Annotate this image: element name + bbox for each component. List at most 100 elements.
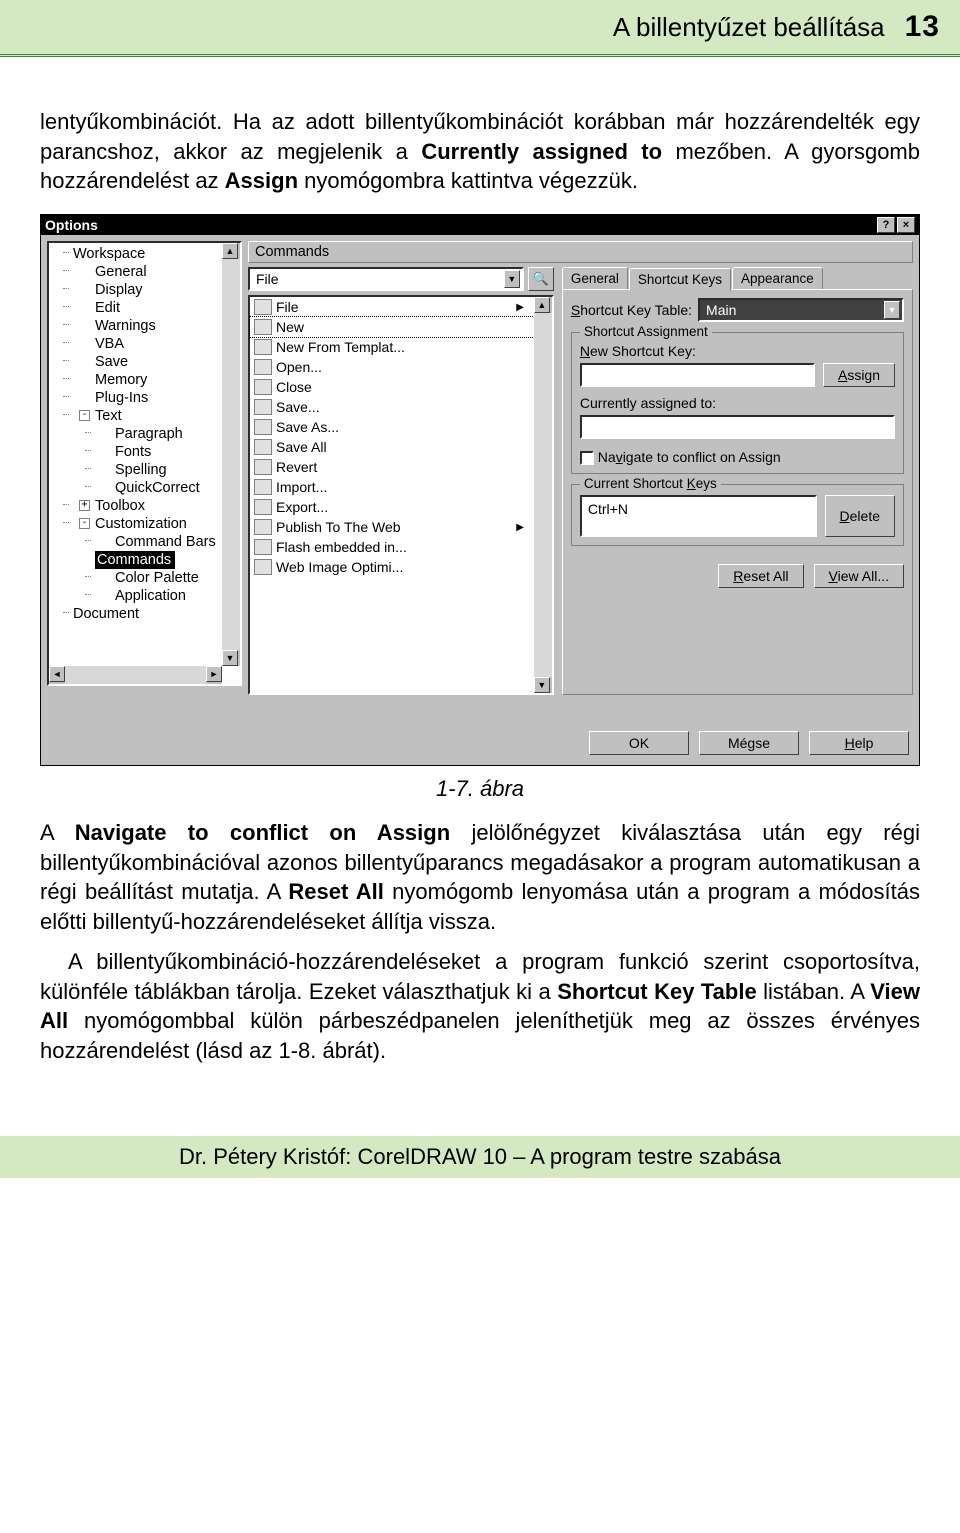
dialog-titlebar: Options ? × xyxy=(41,215,919,235)
file-icon xyxy=(254,539,272,555)
page-footer: Dr. Pétery Kristóf: CorelDRAW 10 – A pro… xyxy=(0,1136,960,1178)
collapse-icon[interactable]: - xyxy=(79,410,90,421)
tab-general[interactable]: General xyxy=(562,267,628,290)
tree-item[interactable]: Color Palette xyxy=(51,569,238,587)
tree-item[interactable]: Document xyxy=(51,605,238,623)
tree-item[interactable]: Application xyxy=(51,587,238,605)
list-item[interactable]: Export... xyxy=(250,497,534,517)
options-dialog: Options ? × WorkspaceGeneralDisplayEditW… xyxy=(40,214,920,766)
tree-item[interactable]: General xyxy=(51,263,238,281)
file-icon xyxy=(254,479,272,495)
tree-item[interactable]: Memory xyxy=(51,371,238,389)
scroll-up-icon[interactable]: ▲ xyxy=(534,297,550,313)
tree-item[interactable]: Fonts xyxy=(51,443,238,461)
chevron-down-icon[interactable]: ▼ xyxy=(884,301,900,319)
new-shortcut-label: New Shortcut Key: xyxy=(580,343,895,359)
tree-item[interactable]: VBA xyxy=(51,335,238,353)
current-keys-list[interactable]: Ctrl+N xyxy=(580,495,817,537)
paragraph-1: lentyűkombinációt. Ha az adott billentyű… xyxy=(40,107,920,196)
scroll-down-icon[interactable]: ▼ xyxy=(222,650,238,666)
help-icon[interactable]: ? xyxy=(877,217,895,233)
list-item[interactable]: Revert xyxy=(250,457,534,477)
tree-item[interactable]: Display xyxy=(51,281,238,299)
view-all-button[interactable]: View All... xyxy=(814,564,904,588)
list-item[interactable]: Open... xyxy=(250,357,534,377)
tree-item[interactable]: Toolbox+ xyxy=(51,497,238,515)
scroll-up-icon[interactable]: ▲ xyxy=(222,243,238,259)
tab-shortcut-keys[interactable]: Shortcut Keys xyxy=(629,268,731,291)
navigate-conflict-checkbox[interactable] xyxy=(580,451,594,465)
ok-button[interactable]: OK xyxy=(589,731,689,755)
shortcut-keys-panel: Shortcut Key Table: Main ▼ Shortcut Assi… xyxy=(562,289,913,695)
delete-button[interactable]: Delete xyxy=(825,495,895,537)
tree-item[interactable]: Text- xyxy=(51,407,238,425)
tree-item[interactable]: Save xyxy=(51,353,238,371)
command-list[interactable]: File▶NewNew From Templat...Open...CloseS… xyxy=(248,295,554,695)
current-shortcut-keys-group: Current Shortcut Keys Ctrl+N Delete xyxy=(571,484,904,546)
list-item[interactable]: Save As... xyxy=(250,417,534,437)
file-icon xyxy=(254,399,272,415)
list-item[interactable]: Close xyxy=(250,377,534,397)
file-icon xyxy=(254,339,272,355)
new-shortcut-input[interactable] xyxy=(580,363,815,387)
header-title: A billentyűzet beállítása xyxy=(613,12,885,43)
tree-item[interactable]: Workspace xyxy=(51,245,238,263)
reset-all-button[interactable]: Reset All xyxy=(718,564,803,588)
file-icon xyxy=(254,439,272,455)
collapse-icon[interactable]: - xyxy=(79,518,90,529)
tab-strip: General Shortcut Keys Appearance xyxy=(562,267,913,290)
tree-item[interactable]: Edit xyxy=(51,299,238,317)
figure-caption: 1-7. ábra xyxy=(40,776,920,802)
file-icon xyxy=(254,299,272,315)
list-item[interactable]: Flash embedded in... xyxy=(250,537,534,557)
cancel-button[interactable]: Mégse xyxy=(699,731,799,755)
paragraph-3: A billentyűkombináció-hozzárendeléseket … xyxy=(40,947,920,1066)
dialog-footer: OK Mégse Help xyxy=(41,701,919,765)
scroll-down-icon[interactable]: ▼ xyxy=(534,677,550,693)
file-icon xyxy=(254,379,272,395)
tree-item[interactable]: Paragraph xyxy=(51,425,238,443)
file-icon xyxy=(254,499,272,515)
tree-item[interactable]: Spelling xyxy=(51,461,238,479)
file-icon xyxy=(254,459,272,475)
shortcut-table-combo[interactable]: Main ▼ xyxy=(698,298,904,322)
tree-item[interactable]: Warnings xyxy=(51,317,238,335)
currently-assigned-field xyxy=(580,415,895,439)
list-item[interactable]: Web Image Optimi... xyxy=(250,557,534,577)
scroll-left-icon[interactable]: ◄ xyxy=(49,666,65,682)
scrollbar-vertical[interactable]: ▲ ▼ xyxy=(222,243,240,666)
submenu-arrow-icon: ▶ xyxy=(516,302,530,313)
help-button[interactable]: Help xyxy=(809,731,909,755)
tree-item[interactable]: Customization- xyxy=(51,515,238,533)
file-icon xyxy=(254,359,272,375)
page-number: 13 xyxy=(905,10,940,44)
scrollbar-horizontal[interactable]: ◄ ► xyxy=(49,666,222,684)
search-icon[interactable]: 🔍 xyxy=(528,267,554,291)
list-item[interactable]: Publish To The Web▶ xyxy=(250,517,534,537)
category-tree[interactable]: WorkspaceGeneralDisplayEditWarningsVBASa… xyxy=(47,241,242,686)
category-combo[interactable]: File ▼ xyxy=(248,267,524,291)
list-item[interactable]: Import... xyxy=(250,477,534,497)
tree-item[interactable]: QuickCorrect xyxy=(51,479,238,497)
scroll-right-icon[interactable]: ► xyxy=(206,666,222,682)
tree-item[interactable]: Command Bars xyxy=(51,533,238,551)
tab-appearance[interactable]: Appearance xyxy=(732,267,823,290)
list-item[interactable]: New From Templat... xyxy=(250,337,534,357)
list-item[interactable]: New xyxy=(250,317,534,337)
scrollbar-vertical[interactable]: ▲ ▼ xyxy=(534,297,552,693)
list-item[interactable]: Save All xyxy=(250,437,534,457)
tree-item[interactable]: Commands xyxy=(95,551,175,569)
shortcut-table-label: Shortcut Key Table: xyxy=(571,302,692,318)
dialog-title: Options xyxy=(45,217,98,233)
list-item[interactable]: File▶ xyxy=(250,297,534,317)
navigate-conflict-label: Navigate to conflict on Assign xyxy=(598,449,781,465)
panel-title: Commands xyxy=(248,241,913,263)
expand-icon[interactable]: + xyxy=(79,500,90,511)
close-icon[interactable]: × xyxy=(897,217,915,233)
tree-item[interactable]: Plug-Ins xyxy=(51,389,238,407)
shortcut-assignment-group: Shortcut Assignment New Shortcut Key: As… xyxy=(571,332,904,474)
list-item[interactable]: Save... xyxy=(250,397,534,417)
chevron-down-icon[interactable]: ▼ xyxy=(504,270,520,288)
assign-button[interactable]: Assign xyxy=(823,363,895,387)
currently-assigned-label: Currently assigned to: xyxy=(580,395,895,411)
